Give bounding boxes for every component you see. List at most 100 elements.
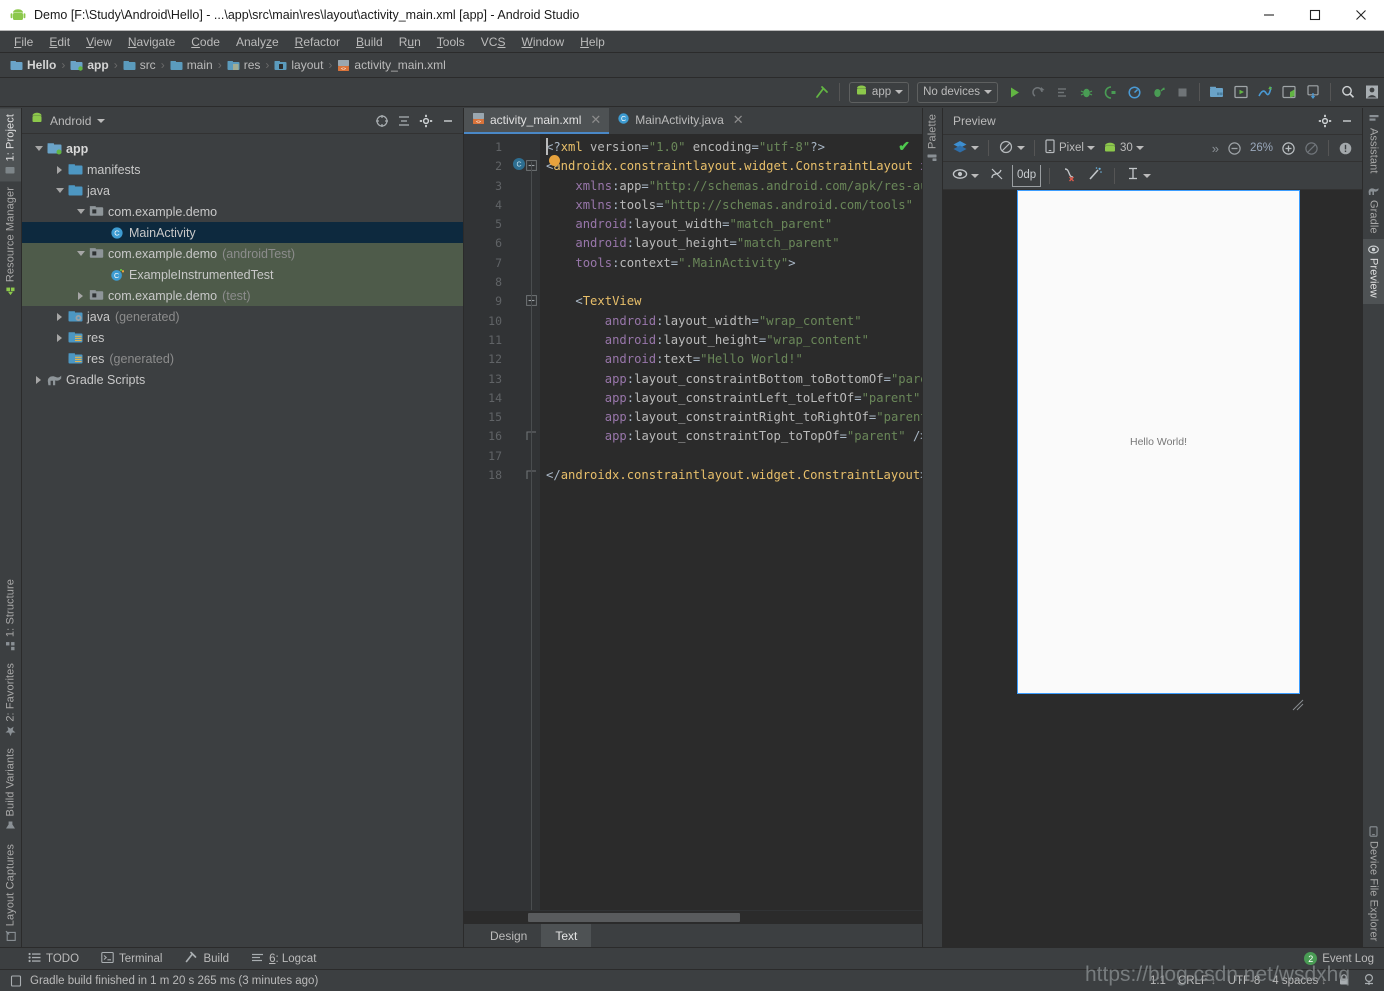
breadcrumb-item-app[interactable]: app — [70, 58, 109, 72]
search-icon[interactable] — [1336, 81, 1360, 104]
menu-vcs[interactable]: VCS — [473, 33, 514, 51]
chevron-down-icon[interactable] — [32, 146, 45, 151]
editor-horizontal-scrollbar[interactable] — [464, 910, 922, 923]
collapse-all-icon[interactable] — [393, 110, 415, 132]
breadcrumb-item-main[interactable]: main — [170, 58, 213, 72]
event-log-button[interactable]: 2 Event Log — [1304, 952, 1384, 965]
code-line[interactable]: xmlns:app="http://schemas.android.com/ap… — [546, 177, 922, 196]
code-line[interactable]: app:layout_constraintTop_toTopOf="parent… — [546, 427, 922, 446]
menu-file[interactable]: File — [6, 33, 41, 51]
sidebar-item-structure[interactable]: 1: Structure — [0, 573, 21, 657]
sdk-manager-button[interactable] — [1205, 81, 1229, 104]
project-view-selector[interactable]: Android — [50, 114, 91, 128]
run-with-coverage-button[interactable] — [1146, 81, 1170, 104]
attach-debugger-button[interactable] — [1098, 81, 1122, 104]
minus-icon[interactable] — [1336, 110, 1358, 132]
breadcrumb-item-layout[interactable]: layout — [274, 58, 323, 72]
api-level-selector[interactable]: 30 — [1100, 137, 1147, 159]
code-line[interactable]: android:layout_width="wrap_content" — [546, 312, 922, 331]
hector-inspections-icon[interactable] — [1362, 972, 1376, 989]
breadcrumb-item-src[interactable]: src — [123, 58, 156, 72]
code-line[interactable]: app:layout_constraintRight_toRightOf="pa… — [546, 408, 922, 427]
code-line[interactable]: <TextView — [546, 292, 922, 311]
sidebar-item-project[interactable]: 1: Project — [0, 108, 21, 182]
sidebar-item-layout-captures[interactable]: Layout Captures — [0, 838, 21, 947]
code-line[interactable] — [546, 447, 922, 466]
guidelines-button[interactable] — [1123, 165, 1154, 187]
tree-row[interactable]: C MainActivity — [22, 222, 463, 243]
breadcrumb-item-hello[interactable]: Hello — [10, 58, 56, 72]
gear-icon[interactable] — [415, 110, 437, 132]
class-gutter-icon[interactable]: C — [510, 157, 540, 176]
close-icon[interactable]: ✕ — [590, 112, 601, 128]
code-line[interactable] — [546, 273, 922, 292]
code-line[interactable]: tools:context=".MainActivity"> — [546, 254, 922, 273]
editor-tab-mainactivity-java[interactable]: C MainActivity.java ✕ — [609, 108, 751, 134]
chevron-right-icon[interactable] — [53, 312, 66, 321]
sidebar-item-preview[interactable]: Preview — [1363, 239, 1384, 304]
line-separator-selector[interactable]: CRLF ↕ — [1178, 975, 1216, 987]
chevron-right-icon[interactable] — [32, 375, 45, 384]
tab-design[interactable]: Design — [476, 924, 541, 947]
clear-constraints-button[interactable] — [1058, 165, 1080, 187]
read-only-lock-icon[interactable] — [1338, 973, 1350, 989]
tab-text[interactable]: Text — [541, 924, 592, 947]
show-layout-decorations-button[interactable] — [949, 165, 982, 187]
inspection-status-icon[interactable]: ✔ — [898, 138, 910, 155]
chevron-down-icon[interactable] — [97, 118, 106, 123]
bottom-item-build[interactable]: Build — [184, 950, 229, 967]
code-line[interactable]: <?xml version="1.0" encoding="utf-8"?> — [546, 138, 922, 157]
design-mode-selector[interactable] — [949, 137, 982, 159]
menu-edit[interactable]: Edit — [41, 33, 78, 51]
editor-tab-activity-main-xml[interactable]: <> activity_main.xml ✕ — [464, 108, 610, 134]
apply-changes-button[interactable] — [1026, 81, 1050, 104]
code-line[interactable]: app:layout_constraintBottom_toBottomOf="… — [546, 370, 922, 389]
bookmark-marker-icon[interactable] — [549, 155, 560, 166]
device-selector[interactable]: Pixel — [1041, 137, 1098, 159]
menu-code[interactable]: Code — [183, 33, 228, 51]
code-line[interactable]: android:layout_width="match_parent" — [546, 215, 922, 234]
resize-grip[interactable] — [1291, 698, 1305, 712]
profiler-button[interactable] — [1122, 81, 1146, 104]
orientation-selector[interactable] — [995, 137, 1028, 159]
run-button[interactable] — [1002, 81, 1026, 104]
tree-row[interactable]: res — [22, 327, 463, 348]
target-crosshair-icon[interactable] — [371, 110, 393, 132]
caret-position[interactable]: 1:1 — [1150, 975, 1166, 987]
code-editor[interactable]: 1 2 3 4 5 6 7 8 9 10 11 12 13 14 15 16 17 18 C <?xml vers… — [464, 134, 922, 910]
bottom-item-logcat[interactable]: 6: Logcat — [251, 951, 316, 967]
menu-analyze[interactable]: Analyze — [228, 33, 287, 51]
code-line[interactable]: xmlns:tools="http://schemas.android.com/… — [546, 196, 922, 215]
apply-code-changes-button[interactable] — [1050, 81, 1074, 104]
gear-icon[interactable] — [1314, 110, 1336, 132]
sidebar-item-resource-manager[interactable]: Resource Manager — [0, 181, 21, 302]
fold-marker[interactable] — [510, 466, 540, 485]
zoom-out-button[interactable] — [1224, 137, 1245, 159]
debug-button[interactable] — [1074, 81, 1098, 104]
bottom-item-todo[interactable]: TODO — [28, 951, 79, 967]
menu-refactor[interactable]: Refactor — [287, 33, 348, 51]
code-line[interactable]: android:text="Hello World!" — [546, 350, 922, 369]
encoding-selector[interactable]: UTF-8 — [1228, 975, 1261, 987]
preview-canvas[interactable]: Hello World! — [943, 190, 1362, 947]
device-selector[interactable]: No devices — [917, 81, 998, 103]
maximize-button[interactable] — [1292, 0, 1338, 31]
menu-run[interactable]: Run — [391, 33, 429, 51]
chevron-right-icon[interactable] — [74, 291, 87, 300]
indent-selector[interactable]: 4 spaces ↕ — [1272, 975, 1326, 987]
build-hammer-icon[interactable] — [810, 81, 834, 104]
stop-button[interactable] — [1170, 81, 1194, 104]
code-line[interactable]: android:layout_height="match_parent" — [546, 234, 922, 253]
device-screen-preview[interactable]: Hello World! — [1017, 190, 1300, 694]
layout-inspector-button[interactable] — [1277, 81, 1301, 104]
project-tree[interactable]: app manifests java com.example.demo C MainAct… — [22, 134, 463, 947]
close-icon[interactable]: ✕ — [733, 112, 744, 128]
sidebar-item-palette[interactable]: Palette — [923, 108, 942, 169]
tree-row[interactable]: java (generated) — [22, 306, 463, 327]
issues-warning-icon[interactable] — [1335, 137, 1356, 159]
menu-navigate[interactable]: Navigate — [120, 33, 183, 51]
menu-build[interactable]: Build — [348, 33, 391, 51]
menu-view[interactable]: View — [78, 33, 120, 51]
user-avatar-icon[interactable] — [1360, 81, 1384, 104]
tree-row[interactable]: manifests — [22, 159, 463, 180]
